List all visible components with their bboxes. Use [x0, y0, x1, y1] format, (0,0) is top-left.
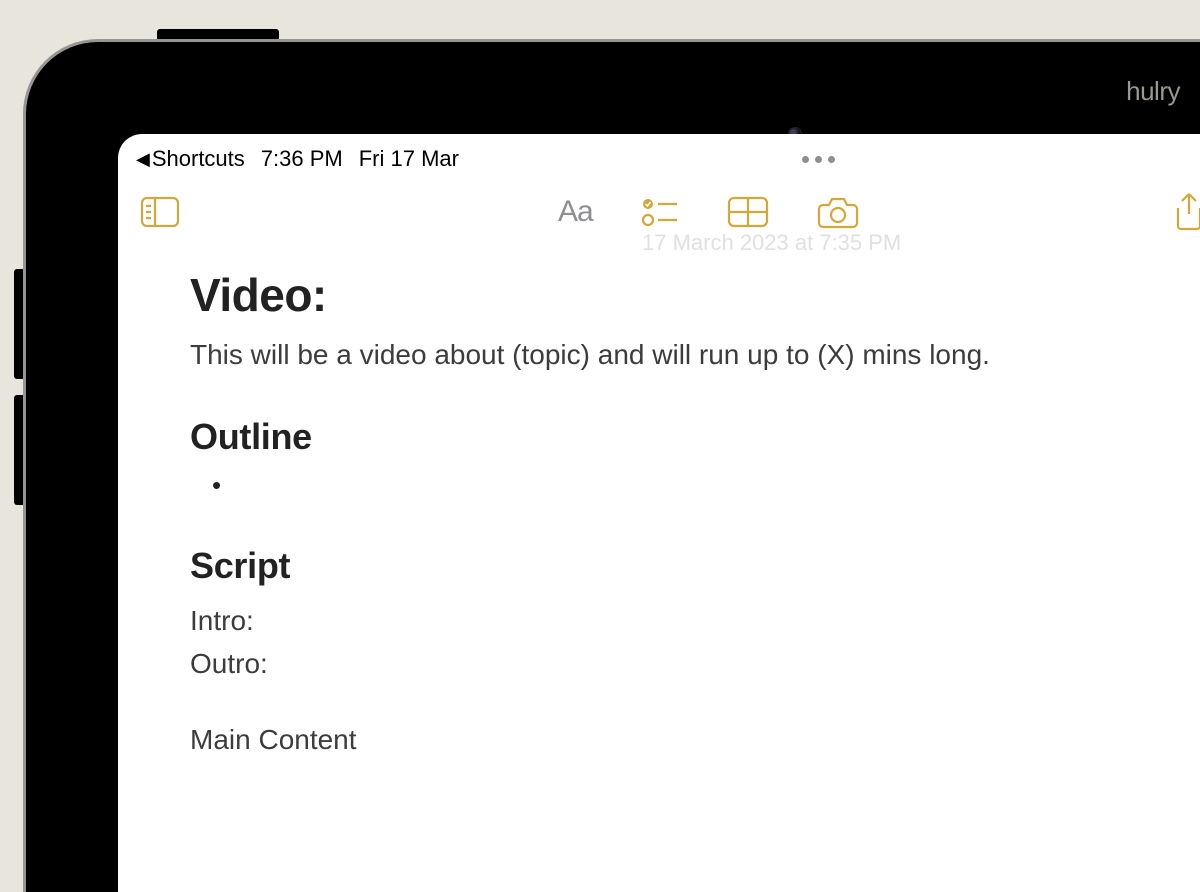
app-screen: ◀ Shortcuts 7:36 PM Fri 17 Mar	[118, 134, 1200, 892]
outline-bullet-item: •	[190, 470, 1154, 501]
sidebar-icon	[140, 196, 180, 228]
dot-icon	[802, 156, 809, 163]
dot-icon	[828, 156, 835, 163]
dot-icon	[815, 156, 822, 163]
device-volume-up	[14, 269, 26, 379]
script-outro-line: Outro:	[190, 642, 1154, 685]
notes-toolbar: Aa	[118, 178, 1200, 236]
insert-table-button[interactable]	[727, 196, 769, 228]
camera-icon	[817, 195, 859, 229]
device-power-button	[157, 29, 279, 42]
status-time: 7:36 PM	[261, 146, 343, 172]
note-subtitle: This will be a video about (topic) and w…	[190, 336, 1154, 374]
watermark-text: hulry	[1126, 76, 1180, 107]
text-style-icon: Aa	[558, 195, 593, 229]
share-icon	[1172, 192, 1200, 232]
status-bar: ◀ Shortcuts 7:36 PM Fri 17 Mar	[118, 134, 1200, 178]
toggle-sidebar-button[interactable]	[140, 196, 180, 228]
note-timestamp: 17 March 2023 at 7:35 PM	[642, 230, 901, 256]
checklist-button[interactable]	[641, 196, 679, 228]
multitask-menu-button[interactable]	[802, 156, 835, 163]
note-body-area[interactable]: Video: This will be a video about (topic…	[118, 236, 1200, 756]
table-icon	[727, 196, 769, 228]
camera-button[interactable]	[817, 195, 859, 229]
note-title: Video:	[190, 268, 1154, 322]
script-lines: Intro: Outro:	[190, 599, 1154, 686]
device-volume-down	[14, 395, 26, 505]
share-button[interactable]	[1172, 192, 1200, 232]
ipad-device-frame: ◀ Shortcuts 7:36 PM Fri 17 Mar	[26, 42, 1200, 892]
outline-heading: Outline	[190, 416, 1154, 458]
text-style-button[interactable]: Aa	[558, 195, 593, 229]
back-to-app-button[interactable]: ◀ Shortcuts	[136, 146, 245, 172]
status-date: Fri 17 Mar	[359, 146, 459, 172]
main-content-heading: Main Content	[190, 724, 1154, 756]
checklist-icon	[641, 196, 679, 228]
script-heading: Script	[190, 545, 1154, 587]
back-app-label: Shortcuts	[152, 146, 245, 172]
back-arrow-icon: ◀	[136, 149, 150, 170]
script-intro-line: Intro:	[190, 599, 1154, 642]
